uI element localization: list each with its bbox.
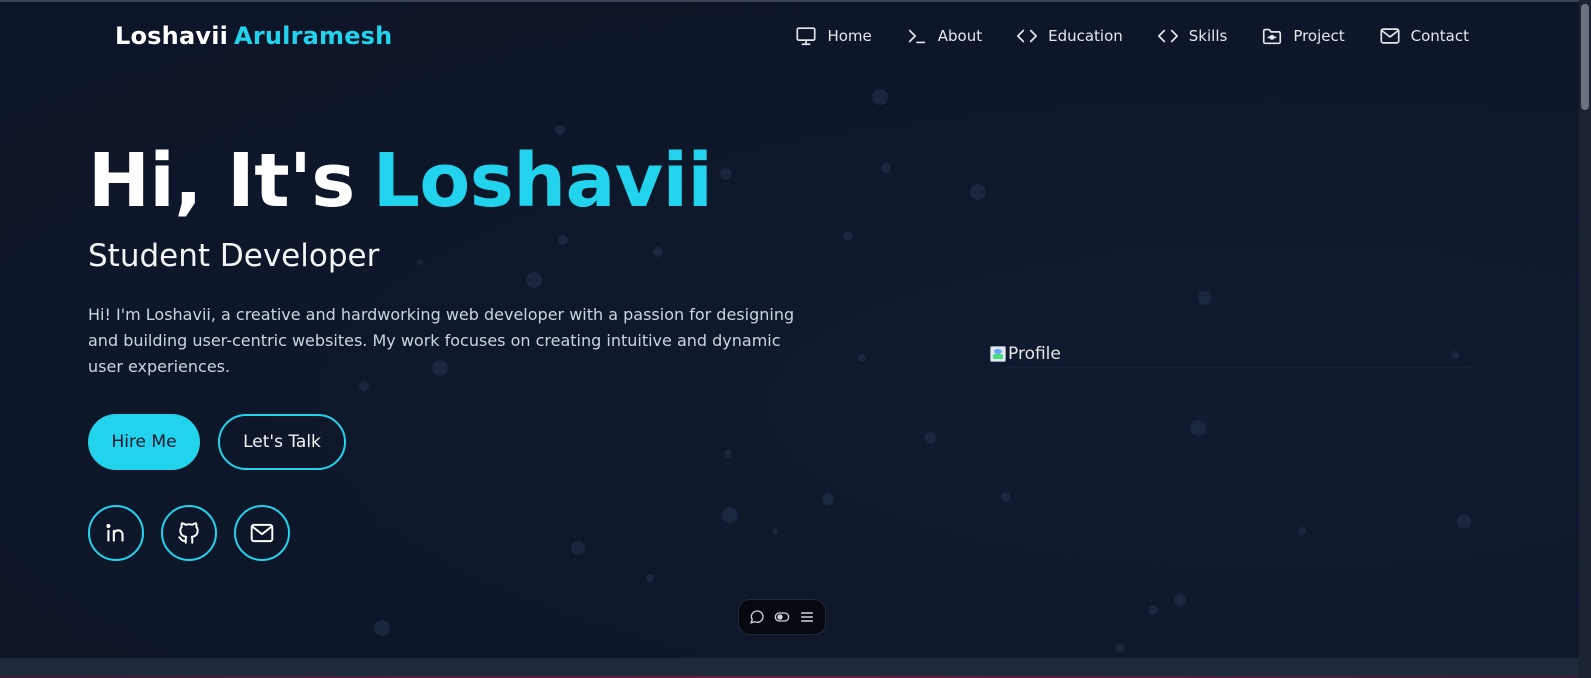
lets-talk-button[interactable]: Let's Talk (218, 414, 346, 470)
nav-item-project[interactable]: Project (1261, 25, 1345, 47)
nav-item-label: Contact (1410, 27, 1469, 45)
profile-image: Profile (990, 340, 1470, 368)
hero-name: Loshavii (372, 138, 713, 224)
floating-toolbar (738, 599, 826, 635)
mail-icon (1380, 28, 1400, 44)
chat-button[interactable] (749, 609, 765, 625)
profile-alt-text: Profile (1008, 344, 1061, 364)
folder-icon (1263, 28, 1282, 45)
scrollbar[interactable] (1579, 0, 1591, 678)
mail-icon (250, 523, 274, 543)
navbar: LoshaviiArulramesh Home About Education (0, 0, 1579, 72)
nav-item-home[interactable]: Home (795, 25, 872, 47)
nav-item-about[interactable]: About (906, 25, 982, 47)
brand-first-name: Loshavii (115, 22, 229, 50)
profile-divider (1010, 367, 1470, 368)
brand-last-name: Arulramesh (234, 22, 393, 50)
hero-description: Hi! I'm Loshavii, a creative and hardwor… (88, 305, 795, 376)
nav-item-label: About (937, 27, 983, 45)
nav-item-contact[interactable]: Contact (1379, 25, 1469, 47)
toggle-button[interactable] (774, 609, 790, 625)
hero-greeting: Hi, It's (88, 138, 355, 224)
nav-menu: Home About Education Skills Project Cont… (795, 25, 1469, 47)
menu-icon (800, 612, 813, 622)
scrollbar-thumb[interactable] (1581, 4, 1589, 110)
nav-item-label: Project (1293, 27, 1345, 45)
github-icon (178, 522, 199, 544)
github-link[interactable] (161, 505, 217, 561)
brand-logo[interactable]: Loshavii Arulramesh (115, 22, 392, 50)
hero-role: Student Developer (88, 238, 380, 274)
code-icon (1017, 29, 1038, 43)
next-section-edge (0, 658, 1579, 678)
email-link[interactable] (234, 505, 290, 561)
hire-me-button[interactable]: Hire Me (88, 414, 200, 470)
code-icon (1157, 29, 1178, 43)
monitor-icon (796, 27, 816, 46)
broken-image-icon (990, 346, 1006, 362)
terminal-icon (908, 29, 925, 44)
nav-item-label: Education (1048, 27, 1123, 45)
nav-item-education[interactable]: Education (1016, 25, 1123, 47)
nav-item-skills[interactable]: Skills (1157, 25, 1228, 47)
hero-heading: Hi, It's Loshavii (88, 138, 713, 224)
linkedin-icon (106, 523, 124, 542)
nav-item-label: Skills (1188, 27, 1228, 45)
toggle-icon (774, 612, 790, 622)
menu-button[interactable] (799, 609, 815, 625)
chat-icon (750, 610, 764, 624)
nav-item-label: Home (827, 27, 872, 45)
page: LoshaviiArulramesh Home About Education (0, 0, 1591, 678)
linkedin-link[interactable] (88, 505, 144, 561)
